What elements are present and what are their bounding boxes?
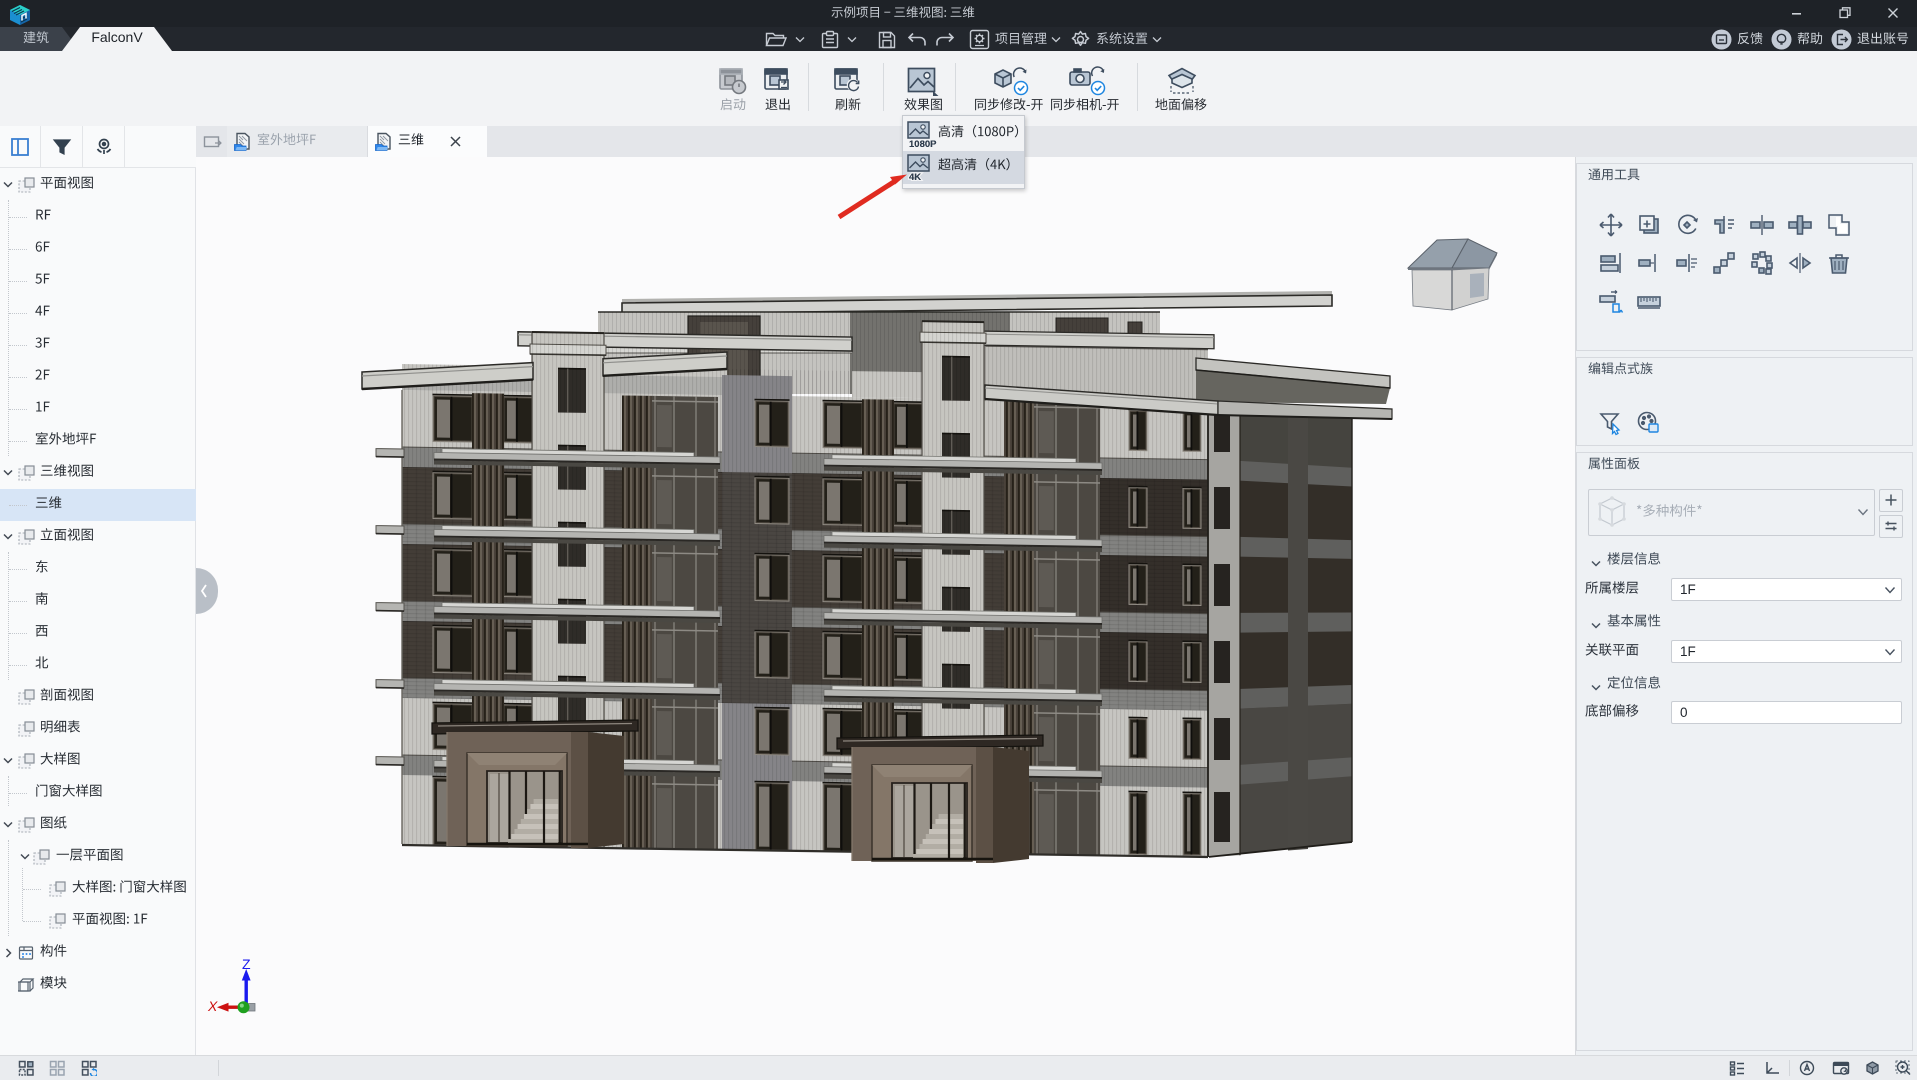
svg-text:Z: Z [242, 956, 251, 972]
svg-text:X: X [207, 998, 218, 1014]
svg-text:1080P: 1080P [909, 139, 937, 148]
